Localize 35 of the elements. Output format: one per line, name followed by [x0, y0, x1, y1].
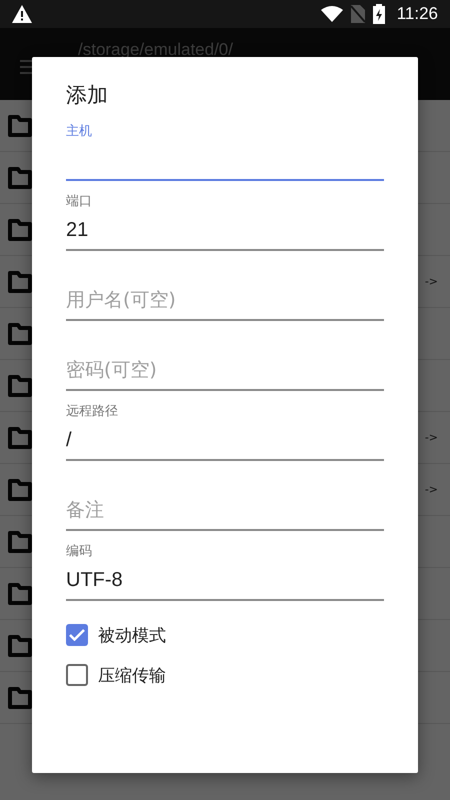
no-sim-icon — [350, 5, 365, 23]
folder-icon — [8, 582, 32, 604]
folder-icon — [8, 634, 32, 656]
field-label: 主机 — [66, 123, 93, 141]
folder-icon — [8, 218, 32, 240]
dialog-title: 添加 — [66, 82, 109, 109]
input-field[interactable]: UTF-8 — [66, 561, 384, 601]
link-arrow: -> — [424, 275, 438, 288]
checkbox[interactable] — [66, 624, 88, 646]
folder-icon — [8, 166, 32, 188]
field-label: 端口 — [66, 193, 93, 211]
folder-icon — [8, 114, 32, 136]
checkbox-label: 压缩传输 — [98, 664, 166, 686]
input-field[interactable]: / — [66, 421, 384, 461]
folder-icon — [8, 374, 32, 396]
field-label: 远程路径 — [66, 403, 119, 421]
folder-icon — [8, 686, 32, 708]
folder-icon — [8, 530, 32, 552]
battery-charging-icon — [372, 4, 385, 24]
input-field[interactable]: 21 — [66, 211, 384, 251]
wifi-icon — [320, 6, 343, 22]
input-field[interactable]: 密码(可空) — [66, 351, 384, 391]
link-arrow: -> — [424, 483, 438, 496]
folder-icon — [8, 270, 32, 292]
folder-icon — [8, 322, 32, 344]
warning-icon — [12, 5, 32, 23]
checkbox[interactable] — [66, 664, 88, 686]
folder-icon — [8, 478, 32, 500]
field-label: 编码 — [66, 543, 93, 561]
checkbox-label: 被动模式 — [98, 624, 166, 646]
clock-time: 11:26 — [396, 4, 438, 24]
link-arrow: -> — [424, 431, 438, 444]
folder-icon — [8, 426, 32, 448]
input-field[interactable]: 用户名(可空) — [66, 281, 384, 321]
input-field[interactable]: 备注 — [66, 491, 384, 531]
